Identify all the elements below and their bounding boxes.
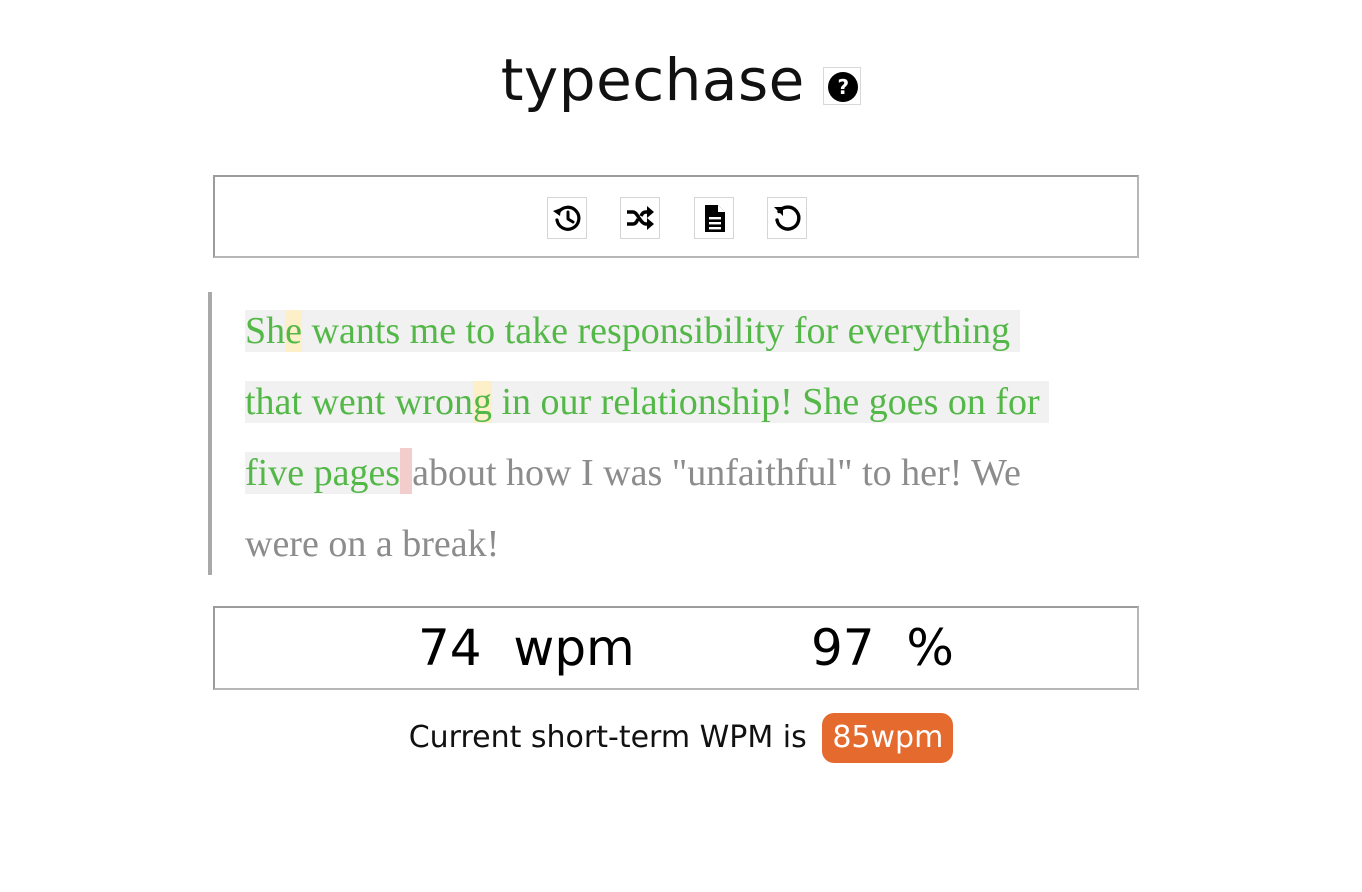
typed-text: that went wron [245, 381, 473, 423]
corrected-char: e [285, 310, 303, 352]
restart-button[interactable] [767, 197, 807, 239]
header: typechase ? [0, 40, 1362, 120]
shuffle-icon [627, 206, 654, 230]
document-button[interactable] [694, 197, 734, 239]
typed-text: five pages [245, 452, 401, 494]
passage-line: five pages about how I was "unfaithful" t… [245, 438, 1138, 509]
typing-passage[interactable]: She wants me to take responsibility for … [208, 292, 1138, 575]
help-button[interactable]: ? [823, 67, 862, 105]
passage-line: were on a break! [245, 509, 1138, 580]
accuracy-value: 97 [811, 619, 875, 677]
passage-line: that went wrong in our relationship! She… [245, 367, 1138, 438]
typed-text: wants me to take responsibility for ever… [302, 310, 1020, 352]
short-term-wpm-badge: 85wpm [822, 713, 954, 763]
wpm-value: 74 [418, 619, 482, 677]
document-icon [705, 205, 725, 232]
typing-cursor [400, 448, 413, 494]
history-icon [553, 205, 581, 231]
wpm-unit: wpm [513, 619, 635, 677]
typed-text: Sh [245, 310, 286, 352]
untyped-text: about how I was "unfaithful" to her! We [412, 452, 1021, 494]
restart-icon [774, 205, 801, 231]
question-circle-icon: ? [828, 72, 859, 102]
typed-text: in our relationship! She goes on for [491, 381, 1050, 423]
wpm-stat: 74 wpm [418, 618, 635, 678]
short-term-wpm-line: Current short-term WPM is 85wpm [0, 713, 1362, 763]
app-title: typechase [500, 46, 805, 114]
history-button[interactable] [547, 197, 587, 239]
accuracy-unit: % [906, 619, 954, 677]
shuffle-button[interactable] [620, 197, 660, 239]
corrected-char: g [472, 381, 492, 423]
short-term-wpm-label: Current short-term WPM is [408, 720, 807, 755]
passage-line: She wants me to take responsibility for … [245, 296, 1138, 367]
untyped-text: were on a break! [245, 523, 500, 565]
toolbar [213, 175, 1139, 258]
accuracy-stat: 97 % [811, 618, 954, 678]
stats-bar: 74 wpm 97 % [213, 606, 1139, 690]
